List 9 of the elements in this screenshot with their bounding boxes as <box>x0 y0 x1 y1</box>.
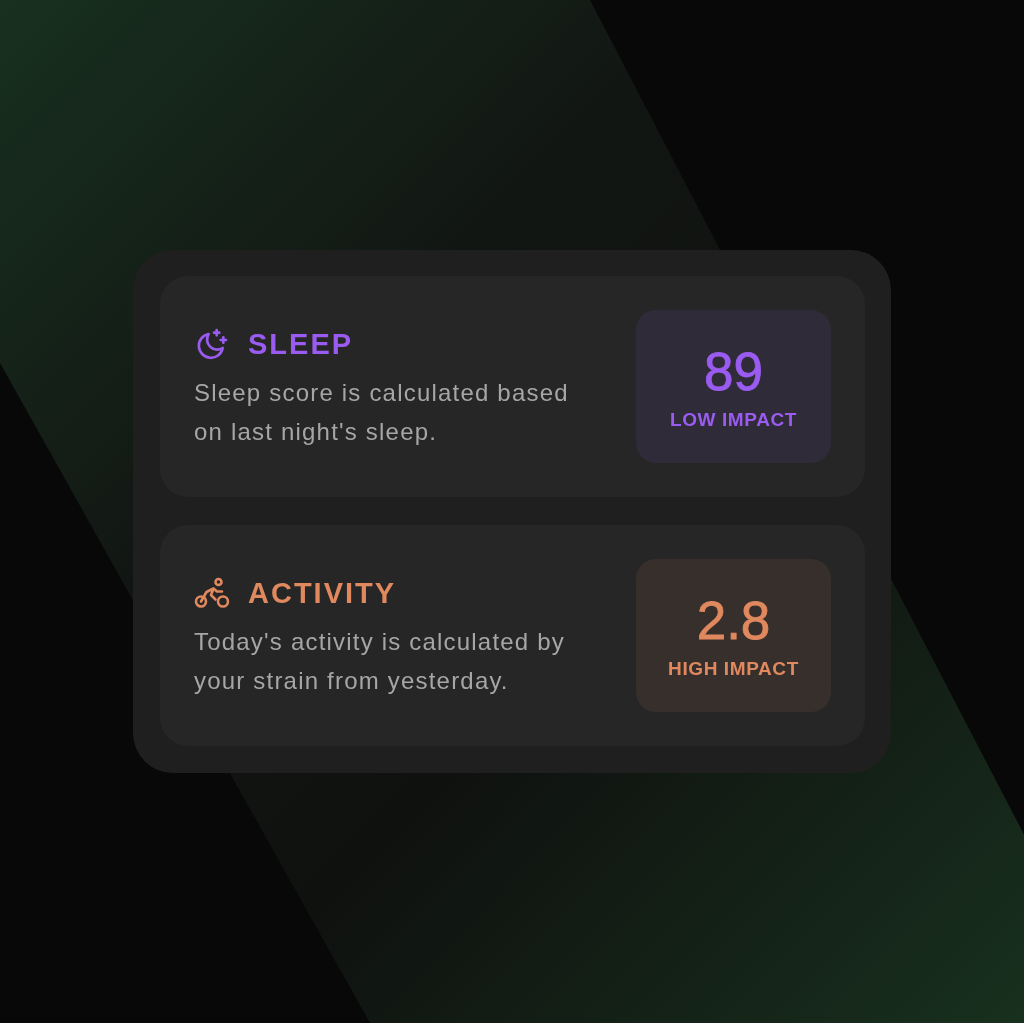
score-value: 2.8 <box>696 593 771 649</box>
card-title: SLEEP <box>248 327 354 361</box>
score-value: 89 <box>704 344 763 400</box>
impact-label: LOW IMPACT <box>670 408 797 432</box>
card-title: ACTIVITY <box>248 576 397 610</box>
card-description: Sleep score is calculated based on last night's sleep. <box>194 378 570 447</box>
card-description: Today's activity is calculated by your strain from yesterday. <box>194 627 566 696</box>
cyclist-icon <box>194 577 230 609</box>
impact-label: HIGH IMPACT <box>668 657 799 681</box>
